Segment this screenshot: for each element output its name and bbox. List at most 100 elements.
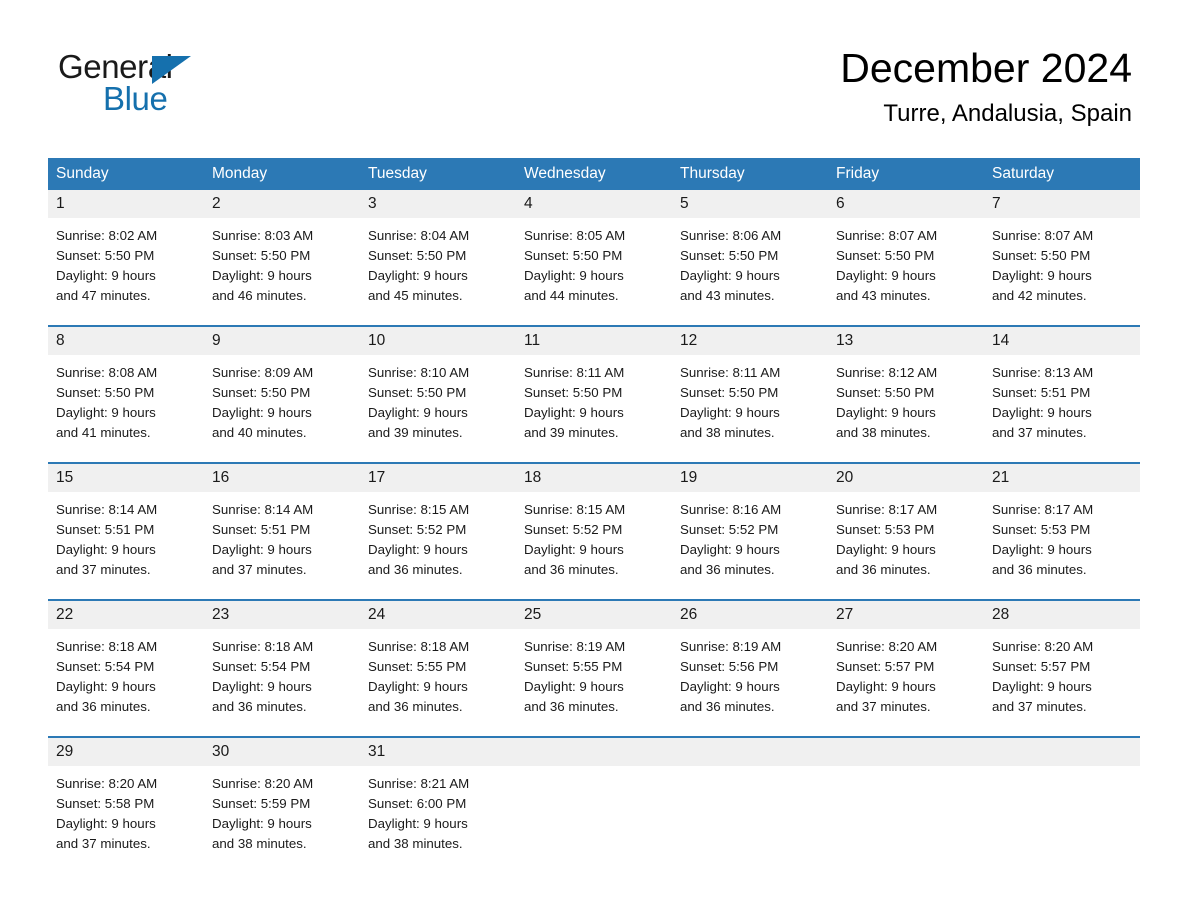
day-number[interactable]: 23 xyxy=(204,601,360,629)
page-header: General Blue December 2024 Turre, Andalu… xyxy=(0,0,1188,158)
sunset-text: Sunset: 5:50 PM xyxy=(212,385,311,400)
daylight-text-line1: Daylight: 9 hours xyxy=(524,679,624,694)
daylight-text-line1: Daylight: 9 hours xyxy=(992,405,1092,420)
daylight-text-line1: Daylight: 9 hours xyxy=(836,268,936,283)
day-number[interactable]: 12 xyxy=(672,327,828,355)
daylight-text-line1: Daylight: 9 hours xyxy=(56,268,156,283)
daylight-text-line1: Daylight: 9 hours xyxy=(992,542,1092,557)
weekday-header-row: Sunday Monday Tuesday Wednesday Thursday… xyxy=(48,158,1140,190)
day-number[interactable]: 17 xyxy=(360,464,516,492)
sunset-text: Sunset: 5:50 PM xyxy=(212,248,311,263)
day-detail-row: Sunrise: 8:02 AM Sunset: 5:50 PM Dayligh… xyxy=(48,218,1140,325)
weekday-header-thursday: Thursday xyxy=(680,165,745,182)
day-cell: Sunrise: 8:19 AM Sunset: 5:55 PM Dayligh… xyxy=(516,629,672,736)
sunrise-text: Sunrise: 8:18 AM xyxy=(56,639,158,654)
daylight-text-line1: Daylight: 9 hours xyxy=(680,268,780,283)
daylight-text-line2: and 36 minutes. xyxy=(836,562,931,577)
daylight-text-line1: Daylight: 9 hours xyxy=(368,268,468,283)
day-number[interactable]: 28 xyxy=(984,601,1140,629)
day-cell: Sunrise: 8:18 AM Sunset: 5:55 PM Dayligh… xyxy=(360,629,516,736)
sunrise-text: Sunrise: 8:11 AM xyxy=(680,365,781,380)
sunset-text: Sunset: 5:50 PM xyxy=(836,385,935,400)
day-number[interactable]: 20 xyxy=(828,464,984,492)
day-cell-empty xyxy=(516,766,672,873)
daylight-text-line2: and 36 minutes. xyxy=(524,699,619,714)
day-cell: Sunrise: 8:08 AM Sunset: 5:50 PM Dayligh… xyxy=(48,355,204,462)
day-number[interactable]: 4 xyxy=(516,190,672,218)
sunset-text: Sunset: 5:50 PM xyxy=(368,248,467,263)
daylight-text-line2: and 43 minutes. xyxy=(680,288,775,303)
sunset-text: Sunset: 5:52 PM xyxy=(680,522,779,537)
day-number[interactable]: 10 xyxy=(360,327,516,355)
daylight-text-line1: Daylight: 9 hours xyxy=(680,679,780,694)
day-number[interactable]: 5 xyxy=(672,190,828,218)
sunrise-text: Sunrise: 8:04 AM xyxy=(368,228,470,243)
sunrise-text: Sunrise: 8:16 AM xyxy=(680,502,782,517)
day-number-row: 8 9 10 11 12 13 14 xyxy=(48,327,1140,355)
day-number[interactable]: 25 xyxy=(516,601,672,629)
day-number[interactable]: 3 xyxy=(360,190,516,218)
weekday-header-monday: Monday xyxy=(212,165,268,182)
day-number[interactable]: 21 xyxy=(984,464,1140,492)
day-number[interactable]: 27 xyxy=(828,601,984,629)
day-number[interactable]: 18 xyxy=(516,464,672,492)
day-number[interactable]: 26 xyxy=(672,601,828,629)
day-cell: Sunrise: 8:06 AM Sunset: 5:50 PM Dayligh… xyxy=(672,218,828,325)
title-block: December 2024 Turre, Andalusia, Spain xyxy=(840,44,1132,128)
sunrise-text: Sunrise: 8:07 AM xyxy=(836,228,938,243)
day-number[interactable]: 13 xyxy=(828,327,984,355)
daylight-text-line1: Daylight: 9 hours xyxy=(368,405,468,420)
sunrise-text: Sunrise: 8:05 AM xyxy=(524,228,626,243)
day-number-row: 29 30 31 xyxy=(48,738,1140,766)
sunset-text: Sunset: 5:51 PM xyxy=(212,522,311,537)
day-number[interactable]: 7 xyxy=(984,190,1140,218)
day-cell: Sunrise: 8:15 AM Sunset: 5:52 PM Dayligh… xyxy=(360,492,516,599)
general-blue-logo: General Blue xyxy=(58,50,318,122)
day-number[interactable]: 30 xyxy=(204,738,360,766)
calendar-page: General Blue December 2024 Turre, Andalu… xyxy=(0,0,1188,918)
day-number[interactable]: 24 xyxy=(360,601,516,629)
daylight-text-line1: Daylight: 9 hours xyxy=(992,679,1092,694)
week-row: 8 9 10 11 12 13 14 Sunrise: 8:08 AM Suns… xyxy=(48,325,1140,462)
sunrise-text: Sunrise: 8:10 AM xyxy=(368,365,470,380)
day-number[interactable]: 11 xyxy=(516,327,672,355)
daylight-text-line2: and 36 minutes. xyxy=(368,562,463,577)
day-number[interactable]: 8 xyxy=(48,327,204,355)
daylight-text-line2: and 37 minutes. xyxy=(992,699,1087,714)
daylight-text-line2: and 36 minutes. xyxy=(212,699,307,714)
day-detail-row: Sunrise: 8:14 AM Sunset: 5:51 PM Dayligh… xyxy=(48,492,1140,599)
sunrise-text: Sunrise: 8:09 AM xyxy=(212,365,314,380)
day-cell: Sunrise: 8:13 AM Sunset: 5:51 PM Dayligh… xyxy=(984,355,1140,462)
daylight-text-line2: and 45 minutes. xyxy=(368,288,463,303)
sunset-text: Sunset: 5:57 PM xyxy=(992,659,1091,674)
daylight-text-line2: and 40 minutes. xyxy=(212,425,307,440)
day-number[interactable]: 16 xyxy=(204,464,360,492)
day-number[interactable]: 19 xyxy=(672,464,828,492)
daylight-text-line2: and 46 minutes. xyxy=(212,288,307,303)
day-number[interactable]: 1 xyxy=(48,190,204,218)
daylight-text-line1: Daylight: 9 hours xyxy=(524,405,624,420)
week-row: 29 30 31 Sunrise: 8:20 AM Sunset: 5:58 P… xyxy=(48,736,1140,873)
day-number[interactable]: 29 xyxy=(48,738,204,766)
day-cell: Sunrise: 8:11 AM Sunset: 5:50 PM Dayligh… xyxy=(672,355,828,462)
day-cell-empty xyxy=(828,766,984,873)
sunrise-text: Sunrise: 8:06 AM xyxy=(680,228,782,243)
day-number[interactable]: 2 xyxy=(204,190,360,218)
day-number[interactable]: 9 xyxy=(204,327,360,355)
day-cell: Sunrise: 8:09 AM Sunset: 5:50 PM Dayligh… xyxy=(204,355,360,462)
sunset-text: Sunset: 5:50 PM xyxy=(680,385,779,400)
sunset-text: Sunset: 5:50 PM xyxy=(836,248,935,263)
daylight-text-line1: Daylight: 9 hours xyxy=(212,405,312,420)
day-number[interactable]: 15 xyxy=(48,464,204,492)
day-number[interactable]: 14 xyxy=(984,327,1140,355)
day-number[interactable]: 6 xyxy=(828,190,984,218)
sunset-text: Sunset: 5:55 PM xyxy=(524,659,623,674)
daylight-text-line2: and 44 minutes. xyxy=(524,288,619,303)
sunrise-text: Sunrise: 8:11 AM xyxy=(524,365,625,380)
day-detail-row: Sunrise: 8:20 AM Sunset: 5:58 PM Dayligh… xyxy=(48,766,1140,873)
sunrise-text: Sunrise: 8:17 AM xyxy=(992,502,1094,517)
sunrise-text: Sunrise: 8:15 AM xyxy=(524,502,626,517)
day-number[interactable]: 22 xyxy=(48,601,204,629)
day-number[interactable]: 31 xyxy=(360,738,516,766)
weekday-header-saturday: Saturday xyxy=(992,165,1055,182)
